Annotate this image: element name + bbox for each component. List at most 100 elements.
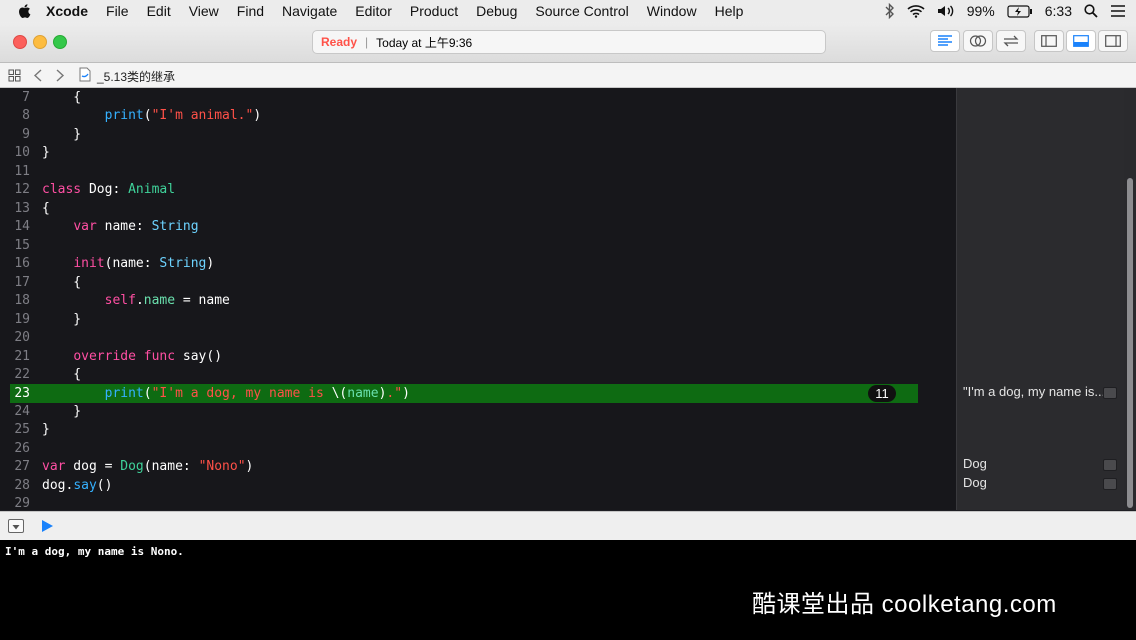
code-token: print xyxy=(104,108,144,124)
result-item-line-27[interactable]: Dog xyxy=(963,455,1113,473)
right-panel-icon xyxy=(1105,35,1121,47)
code-token: class xyxy=(42,182,82,198)
result-item-line-28[interactable]: Dog xyxy=(963,474,1113,492)
line-number: 21 xyxy=(14,348,30,364)
code-text: { xyxy=(42,200,50,218)
close-window-button[interactable] xyxy=(13,35,27,49)
code-line[interactable]: 13 { xyxy=(0,200,956,218)
related-items-grid-icon[interactable] xyxy=(8,69,21,82)
result-item-line-23[interactable]: "I'm a dog, my name is... xyxy=(963,383,1113,401)
code-token: . xyxy=(135,293,144,309)
toggle-utilities-button[interactable] xyxy=(1098,30,1128,52)
triangle-down-icon xyxy=(12,525,20,530)
control-menu-icon[interactable] xyxy=(1110,5,1126,17)
code-line[interactable]: 9 } xyxy=(0,126,956,144)
version-editor-button[interactable] xyxy=(996,30,1026,52)
code-token: name: xyxy=(96,219,152,235)
code-token: { xyxy=(42,274,82,290)
code-line[interactable]: 15 xyxy=(0,237,956,255)
menu-editor[interactable]: Editor xyxy=(355,3,392,19)
left-panel-icon xyxy=(1041,35,1057,47)
code-line[interactable]: 26 xyxy=(0,440,956,458)
code-line[interactable]: 27 var dog = Dog(name: "Nono") xyxy=(0,458,956,476)
forward-chevron-icon[interactable] xyxy=(55,69,65,82)
code-line[interactable]: 14 var name: String xyxy=(0,218,956,236)
battery-charging-icon[interactable] xyxy=(1007,4,1033,18)
code-line[interactable]: 12 class Dog: Animal xyxy=(0,181,956,199)
code-line[interactable]: 17 { xyxy=(0,274,956,292)
code-line[interactable]: 18 self.name = name xyxy=(0,292,956,310)
toggle-debug-area-button[interactable] xyxy=(1066,30,1096,52)
code-line[interactable]: 11 xyxy=(0,163,956,181)
line-number: 24 xyxy=(14,403,30,419)
code-text: override func say() xyxy=(42,348,222,366)
line-number: 18 xyxy=(14,293,30,309)
standard-editor-button[interactable] xyxy=(930,30,960,52)
minimize-window-button[interactable] xyxy=(33,35,47,49)
run-play-icon[interactable] xyxy=(40,519,54,533)
code-line[interactable]: 16 init(name: String) xyxy=(0,255,956,273)
zoom-window-button[interactable] xyxy=(53,35,67,49)
vertical-scrollbar[interactable] xyxy=(1124,88,1136,510)
code-line[interactable]: 8 print("I'm animal.") xyxy=(0,107,956,125)
code-line[interactable]: 22 { xyxy=(0,366,956,384)
menu-source-control[interactable]: Source Control xyxy=(535,3,628,19)
volume-icon[interactable] xyxy=(937,4,955,18)
wifi-icon[interactable] xyxy=(907,4,925,18)
code-token: ) xyxy=(402,385,410,401)
code-line[interactable]: 24 } xyxy=(0,403,956,421)
quick-look-button[interactable] xyxy=(1103,478,1117,490)
line-number: 15 xyxy=(14,237,30,253)
code-token: () xyxy=(96,477,113,493)
menu-view[interactable]: View xyxy=(189,3,219,19)
line-number: 28 xyxy=(14,477,30,493)
line-number: 29 xyxy=(14,496,30,510)
code-token: Dog: xyxy=(81,182,129,198)
code-text: } xyxy=(42,144,50,162)
code-editor[interactable]: 11 7 {8 print("I'm animal.") 9 } 10} 11 12 cl… xyxy=(0,88,956,510)
code-token: } xyxy=(42,403,82,419)
menu-find[interactable]: Find xyxy=(237,3,264,19)
line-number: 20 xyxy=(14,330,30,346)
status-area: 99% 6:33 xyxy=(885,0,1126,22)
code-token: var xyxy=(42,459,66,475)
quick-look-button[interactable] xyxy=(1103,459,1117,471)
hide-debug-area-button[interactable] xyxy=(8,519,24,533)
line-number: 23 xyxy=(14,385,30,401)
code-token: func xyxy=(143,348,176,364)
code-token: (name: xyxy=(104,256,160,272)
code-line[interactable]: 7 { xyxy=(0,89,956,107)
assistant-editor-button[interactable] xyxy=(963,30,993,52)
back-chevron-icon[interactable] xyxy=(33,69,43,82)
code-line[interactable]: 10} xyxy=(0,144,956,162)
code-line[interactable]: 29 xyxy=(0,495,956,510)
quick-look-button[interactable] xyxy=(1103,387,1117,399)
code-line[interactable]: 19 } xyxy=(0,311,956,329)
menu-product[interactable]: Product xyxy=(410,3,458,19)
code-line[interactable]: 28 dog.say() xyxy=(0,477,956,495)
code-token: ) xyxy=(245,459,254,475)
code-line[interactable]: 21 override func say() xyxy=(0,348,956,366)
text-align-icon xyxy=(938,35,952,46)
breadcrumb-file[interactable]: _5.13类的继承 xyxy=(97,68,175,85)
code-line[interactable]: 23 print("I'm a dog, my name is \(name).… xyxy=(0,385,956,403)
toggle-navigator-button[interactable] xyxy=(1034,30,1064,52)
menu-navigate[interactable]: Navigate xyxy=(282,3,337,19)
menu-edit[interactable]: Edit xyxy=(147,3,171,19)
apple-icon[interactable] xyxy=(16,2,34,20)
clock[interactable]: 6:33 xyxy=(1045,3,1072,19)
menu-window[interactable]: Window xyxy=(647,3,697,19)
code-text: { xyxy=(42,274,81,292)
menu-help[interactable]: Help xyxy=(715,3,744,19)
menu-file[interactable]: File xyxy=(106,3,129,19)
code-token: print xyxy=(104,385,144,401)
menu-debug[interactable]: Debug xyxy=(476,3,517,19)
spotlight-search-icon[interactable] xyxy=(1084,4,1098,18)
bluetooth-icon[interactable] xyxy=(885,3,895,19)
scroll-thumb[interactable] xyxy=(1127,178,1133,508)
menu-app-name[interactable]: Xcode xyxy=(46,3,88,19)
code-line[interactable]: 25} xyxy=(0,421,956,439)
code-line[interactable]: 20 xyxy=(0,329,956,347)
code-token: dog = xyxy=(65,459,121,475)
